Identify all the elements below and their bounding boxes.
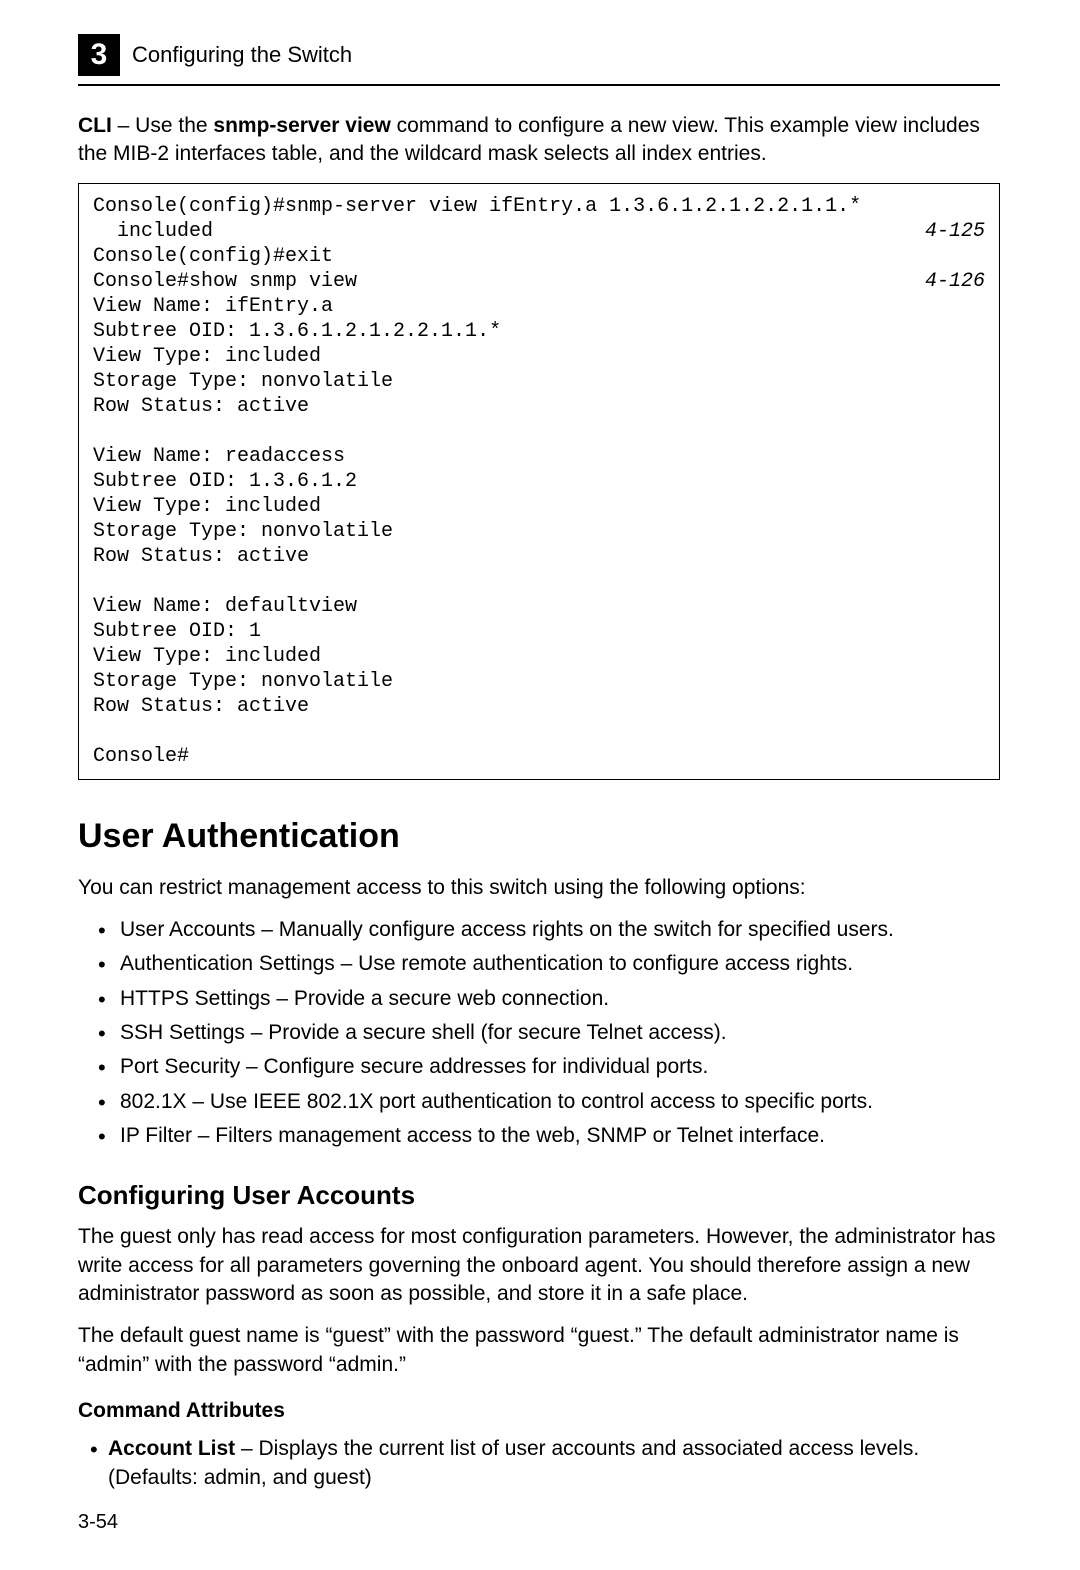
code-line: View Name: readaccess [93,444,985,469]
subsection-heading-configuring-user-accounts: Configuring User Accounts [78,1178,1000,1213]
code-line: View Type: included [93,344,985,369]
list-item: User Accounts – Manually configure acces… [98,916,1000,944]
intro-text-1: – Use the [112,114,214,137]
code-line: View Type: included [93,644,985,669]
attribute-item: Account List – Displays the current list… [90,1435,1000,1492]
code-line: View Name: defaultview [93,594,985,619]
code-line [93,419,985,444]
section-heading-user-authentication: User Authentication [78,814,1000,860]
header-divider [78,84,1000,86]
cli-intro-paragraph: CLI – Use the snmp-server view command t… [78,112,1000,169]
code-line: Console#show snmp view 4-126 [93,269,985,294]
list-item: SSH Settings – Provide a secure shell (f… [98,1019,1000,1047]
code-line [93,719,985,744]
code-line: Console# [93,744,985,769]
list-item: Authentication Settings – Use remote aut… [98,950,1000,978]
code-line: Row Status: active [93,694,985,719]
list-item: HTTPS Settings – Provide a secure web co… [98,985,1000,1013]
code-line: Subtree OID: 1.3.6.1.2 [93,469,985,494]
code-line: Row Status: active [93,544,985,569]
page: 3 Configuring the Switch CLI – Use the s… [0,0,1080,1570]
list-item: 802.1X – Use IEEE 802.1X port authentica… [98,1088,1000,1116]
code-line: Storage Type: nonvolatile [93,519,985,544]
cli-label: CLI [78,114,112,137]
page-number: 3-54 [78,1509,118,1536]
code-line [93,569,985,594]
code-line: Console(config)#snmp-server view ifEntry… [93,194,985,219]
list-item: Port Security – Configure secure address… [98,1053,1000,1081]
code-line: Console(config)#exit [93,244,985,269]
section-intro: You can restrict management access to th… [78,874,1000,902]
list-item: IP Filter – Filters management access to… [98,1122,1000,1150]
subsection-paragraph: The guest only has read access for most … [78,1223,1000,1308]
cli-code-block: Console(config)#snmp-server view ifEntry… [78,183,1000,780]
code-line: Subtree OID: 1.3.6.1.2.1.2.2.1.1.* [93,319,985,344]
chapter-number-badge: 3 [78,34,120,76]
code-page-ref: 4-125 [925,219,985,244]
cli-command-name: snmp-server view [213,114,390,137]
options-list: User Accounts – Manually configure acces… [98,916,1000,1150]
code-line: Storage Type: nonvolatile [93,669,985,694]
code-line: Row Status: active [93,394,985,419]
page-header-title: Configuring the Switch [132,40,352,70]
code-line: View Type: included [93,494,985,519]
page-header: 3 Configuring the Switch [78,34,1000,76]
code-line: Storage Type: nonvolatile [93,369,985,394]
subsection-paragraph: The default guest name is “guest” with t… [78,1322,1000,1379]
attribute-name: Account List [108,1437,235,1460]
code-line: included 4-125 [93,219,985,244]
code-text: Console#show snmp view [93,270,357,293]
code-line: View Name: ifEntry.a [93,294,985,319]
code-line: Subtree OID: 1 [93,619,985,644]
code-text: included [93,220,213,243]
command-attributes-heading: Command Attributes [78,1397,1000,1425]
code-page-ref: 4-126 [925,269,985,294]
